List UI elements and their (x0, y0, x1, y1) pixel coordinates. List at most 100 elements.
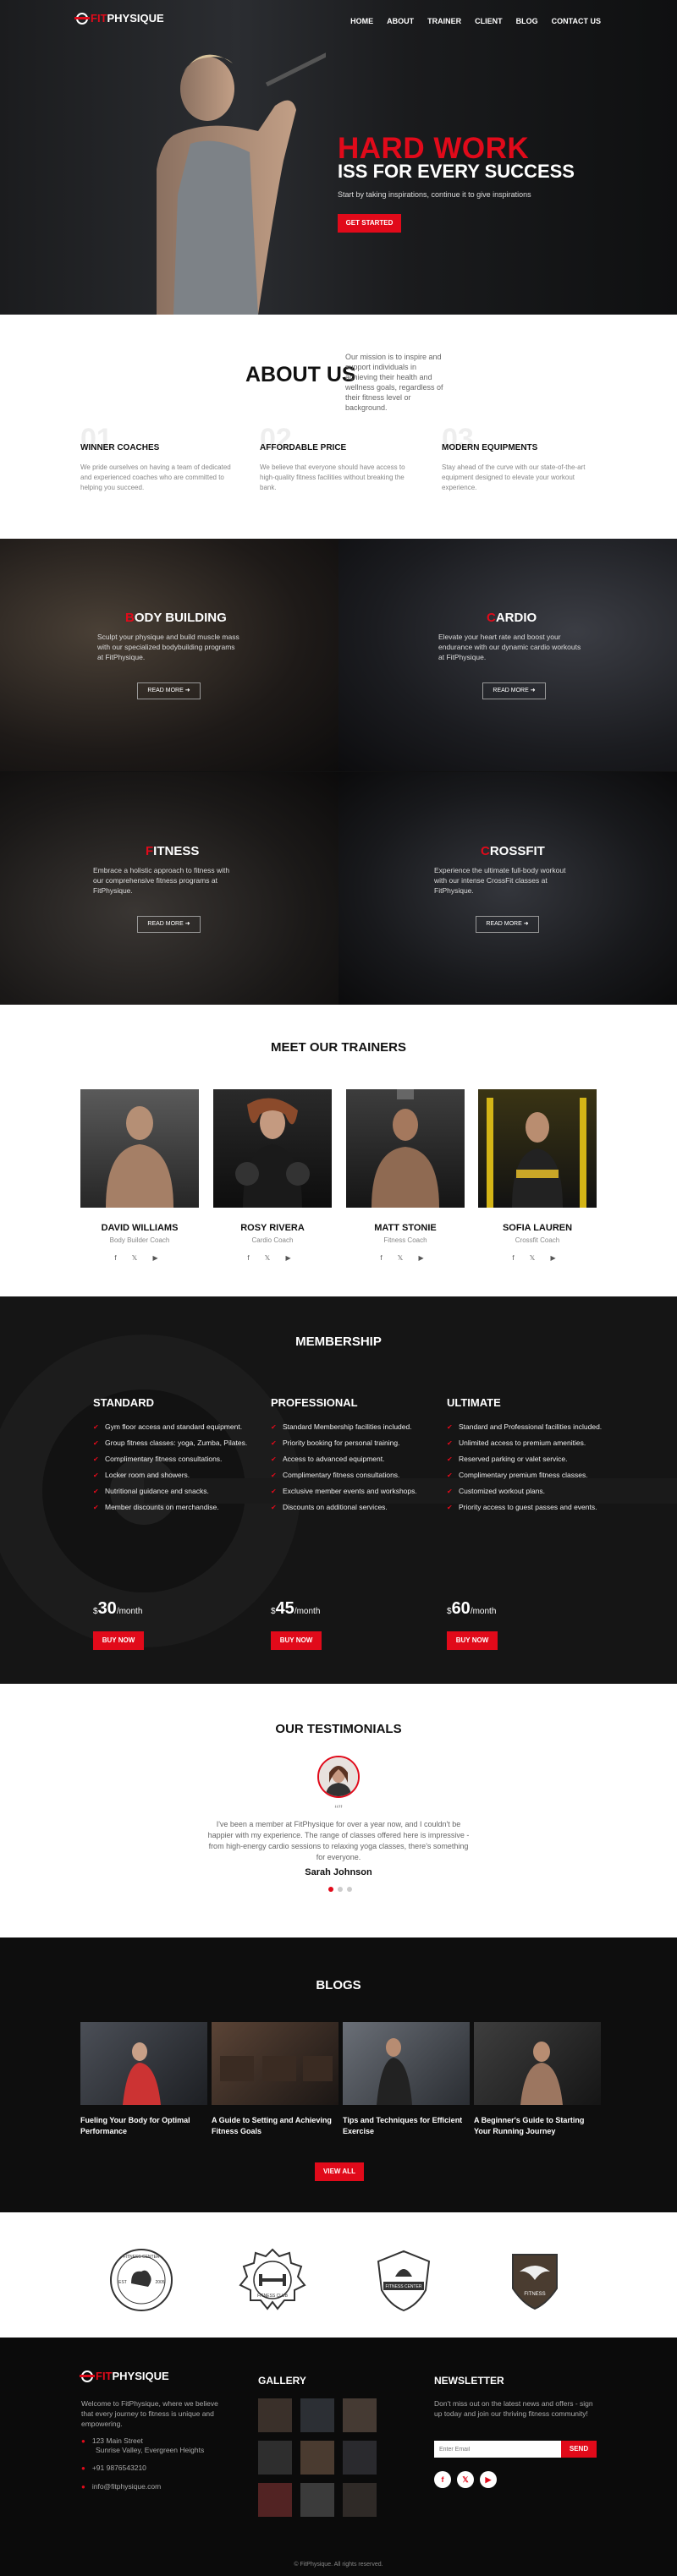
plan-features: Gym floor access and standard equipment.… (93, 1422, 258, 1512)
view-all-button[interactable]: VIEW ALL (315, 2162, 364, 2181)
plan-feature: Group fitness classes: yoga, Zumba, Pila… (93, 1439, 258, 1448)
testimonials-title: OUR TESTIMONIALS (275, 1722, 402, 1736)
about-title: ABOUT US (245, 363, 356, 386)
plan-feature: Discounts on additional services. (271, 1503, 436, 1512)
plan-feature: Complimentary fitness consultations. (93, 1455, 258, 1464)
read-more-button[interactable]: READ MORE ➜ (137, 682, 201, 699)
trainer-name: MATT STONIE (374, 1223, 437, 1233)
trainer-card[interactable]: ROSY RIVERA Cardio Coach f 𝕏 ▶ (213, 1089, 332, 1262)
plan-feature: Locker room and showers. (93, 1471, 258, 1480)
fitness-center-shield-icon: FITNESS CENTER (377, 2250, 431, 2312)
plan-feature: Member discounts on merchandise. (93, 1503, 258, 1512)
plan-name: ULTIMATE (447, 1396, 501, 1409)
top-nav: FIT PHYSIQUE HOME ABOUT TRAINER CLIENT B… (0, 0, 677, 42)
trainer-name: ROSY RIVERA (240, 1223, 305, 1233)
svg-text:EST: EST (118, 2280, 127, 2285)
carousel-dot[interactable] (328, 1887, 333, 1892)
plan-price: $60/month (447, 1599, 497, 1618)
svg-text:2005: 2005 (155, 2280, 164, 2285)
get-started-button[interactable]: GET STARTED (338, 214, 401, 233)
trainer-social-icons[interactable]: f 𝕏 ▶ (478, 1254, 597, 1262)
blog-title[interactable]: A Beginner's Guide to Starting Your Runn… (474, 2115, 601, 2137)
newsletter-title: NEWSLETTER (434, 2375, 504, 2387)
carousel-dots (328, 1887, 352, 1892)
program-title: CROSSFIT (481, 844, 545, 858)
footer-phone[interactable]: +91 9876543210 (81, 2463, 146, 2474)
hero-section: HARD WORK ISS FOR EVERY SUCCESS Start by… (0, 0, 677, 315)
brand-logo[interactable]: FIT PHYSIQUE (74, 12, 164, 25)
blog-card[interactable]: Fueling Your Body for Optimal Performanc… (80, 2022, 207, 2137)
trainer-social-icons[interactable]: f 𝕏 ▶ (213, 1254, 332, 1262)
nav-home[interactable]: HOME (350, 17, 373, 25)
gallery-thumb[interactable] (343, 2441, 377, 2475)
program-card-crossfit: CROSSFIT Experience the ultimate full-bo… (338, 772, 677, 1005)
trainer-card[interactable]: MATT STONIE Fitness Coach f 𝕏 ▶ (346, 1089, 465, 1262)
trainer-role: Body Builder Coach (109, 1236, 170, 1244)
trainer-card[interactable]: DAVID WILLIAMS Body Builder Coach f 𝕏 ▶ (80, 1089, 199, 1262)
footer-email[interactable]: info@fitphysique.com (81, 2481, 161, 2492)
x-twitter-icon[interactable]: 𝕏 (457, 2471, 474, 2488)
plan-feature: Complimentary fitness consultations. (271, 1471, 436, 1480)
copyright: © FitPhysique. All rights reserved. (294, 2562, 383, 2568)
fitness-center-badge-icon: FITNESS CENTER EST 2005 (110, 2249, 173, 2311)
nav-trainer[interactable]: TRAINER (427, 17, 461, 25)
trainer-social-icons[interactable]: f 𝕏 ▶ (346, 1254, 465, 1262)
blog-title[interactable]: Tips and Techniques for Efficient Exerci… (343, 2115, 470, 2137)
newsletter-email-input[interactable] (434, 2441, 561, 2458)
dumbbell-icon (80, 2370, 95, 2382)
youtube-icon[interactable]: ▶ (480, 2471, 497, 2488)
hero-athlete-image (157, 52, 326, 315)
program-title: FITNESS (146, 844, 200, 858)
facebook-icon[interactable]: f (434, 2471, 451, 2488)
blogs-title: BLOGS (316, 1978, 361, 1992)
footer-logo[interactable]: FIT PHYSIQUE (80, 2370, 169, 2382)
read-more-button[interactable]: READ MORE ➜ (482, 682, 546, 699)
gallery-thumb[interactable] (300, 2398, 334, 2432)
blog-card[interactable]: A Guide to Setting and Achieving Fitness… (212, 2022, 338, 2137)
membership-title: MEMBERSHIP (295, 1335, 382, 1349)
plan-features: Standard and Professional facilities inc… (447, 1422, 612, 1512)
gallery-thumb[interactable] (343, 2483, 377, 2517)
plan-feature: Reserved parking or valet service. (447, 1455, 612, 1464)
feature-card: 01 WINNER COACHES We pride ourselves on … (80, 423, 233, 493)
plan-feature: Complimentary premium fitness classes. (447, 1471, 612, 1480)
nav-about[interactable]: ABOUT (387, 17, 414, 25)
nav-blog[interactable]: BLOG (516, 17, 538, 25)
newsletter-send-button[interactable]: SEND (561, 2441, 597, 2458)
testimonial-text: I've been a member at FitPhysique for ov… (207, 1820, 470, 1861)
buy-now-button[interactable]: BUY NOW (447, 1631, 498, 1650)
carousel-dot[interactable] (338, 1887, 343, 1892)
main-menu: HOME ABOUT TRAINER CLIENT BLOG CONTACT U… (350, 17, 601, 25)
blog-card[interactable]: Tips and Techniques for Efficient Exerci… (343, 2022, 470, 2137)
plan-feature: Customized workout plans. (447, 1487, 612, 1496)
program-desc: Experience the ultimate full-body workou… (434, 866, 566, 895)
partner-badges-section: FITNESS CENTER EST 2005 FITNESS CLUB FIT… (0, 2212, 677, 2338)
feature-desc: Stay ahead of the curve with our state-o… (442, 463, 586, 491)
gallery-thumb[interactable] (300, 2441, 334, 2475)
trainer-social-icons[interactable]: f 𝕏 ▶ (80, 1254, 199, 1262)
read-more-button[interactable]: READ MORE ➜ (137, 916, 201, 933)
program-card-bodybuilding: BODY BUILDING Sculpt your physique and b… (0, 539, 338, 771)
trainer-name: SOFIA LAUREN (502, 1223, 573, 1233)
blog-title[interactable]: A Guide to Setting and Achieving Fitness… (212, 2115, 338, 2137)
plan-card-standard: STANDARD Gym floor access and standard e… (93, 1396, 258, 1650)
svg-text:FITNESS CENTER: FITNESS CENTER (385, 2284, 421, 2289)
testimonial-author: Sarah Johnson (305, 1867, 372, 1877)
blog-title[interactable]: Fueling Your Body for Optimal Performanc… (80, 2115, 207, 2137)
plan-feature: Standard and Professional facilities inc… (447, 1422, 612, 1432)
gallery-thumb[interactable] (258, 2483, 292, 2517)
nav-client[interactable]: CLIENT (475, 17, 503, 25)
gallery-thumb[interactable] (343, 2398, 377, 2432)
gallery-thumb[interactable] (258, 2398, 292, 2432)
buy-now-button[interactable]: BUY NOW (93, 1631, 144, 1650)
program-title: BODY BUILDING (125, 611, 227, 625)
nav-contact[interactable]: CONTACT US (552, 17, 601, 25)
blog-card[interactable]: A Beginner's Guide to Starting Your Runn… (474, 2022, 601, 2137)
read-more-button[interactable]: READ MORE ➜ (476, 916, 539, 933)
gallery-thumb[interactable] (300, 2483, 334, 2517)
plan-name: STANDARD (93, 1396, 154, 1409)
trainer-card[interactable]: SOFIA LAUREN Crossfit Coach f 𝕏 ▶ (478, 1089, 597, 1262)
carousel-dot[interactable] (347, 1887, 352, 1892)
buy-now-button[interactable]: BUY NOW (271, 1631, 322, 1650)
gallery-thumb[interactable] (258, 2441, 292, 2475)
